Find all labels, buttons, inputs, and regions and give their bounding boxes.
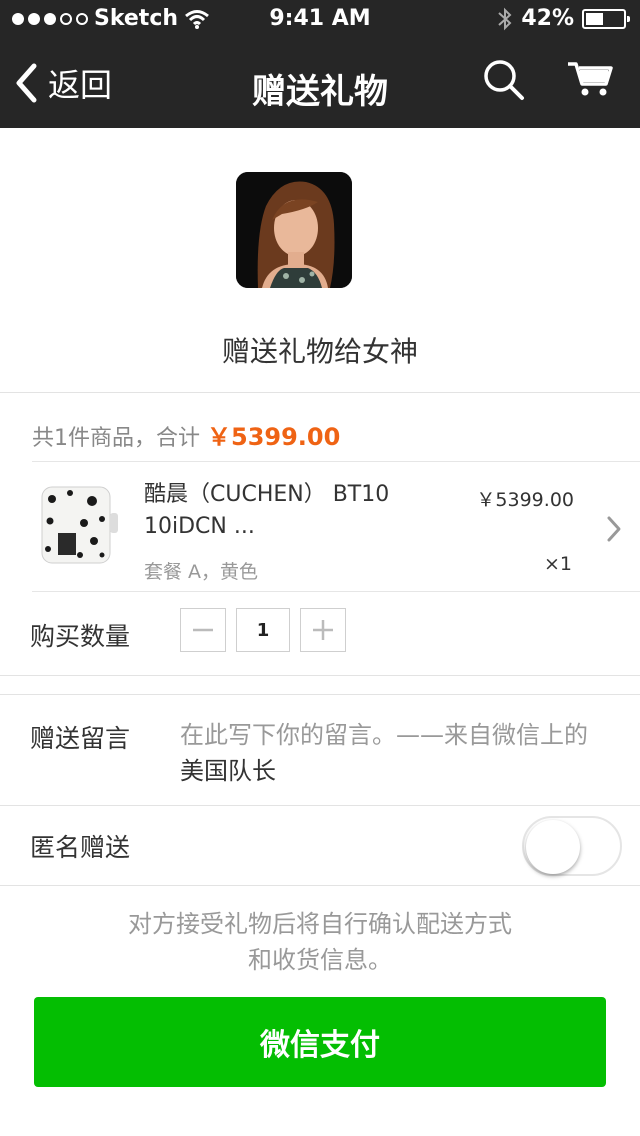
decrement-button[interactable] xyxy=(180,608,226,652)
product-price: ￥5399.00 xyxy=(476,489,574,511)
battery-fill xyxy=(586,12,603,25)
product-spec: 套餐 A，黄色 xyxy=(144,561,259,583)
status-right: 42% xyxy=(497,6,630,31)
header: Sketch 9:41 AM 42% 返回 赠送礼物 xyxy=(0,0,640,128)
message-row: 赠送留言 在此写下你的留言。——来自微信上的 美国队长 xyxy=(0,694,640,806)
order-card: 共1件商品，合计 ￥5399.00 酷晨（CUCHEN） BT10 10iDCN… xyxy=(0,392,640,676)
message-input[interactable]: 在此写下你的留言。——来自微信上的 美国队长 xyxy=(180,717,610,789)
divider xyxy=(32,461,640,462)
increment-button[interactable] xyxy=(300,608,346,652)
note-line-2: 和收货信息。 xyxy=(248,946,392,974)
minus-icon xyxy=(193,628,213,632)
anonymous-toggle[interactable] xyxy=(522,816,622,876)
status-bar: Sketch 9:41 AM 42% xyxy=(0,0,640,40)
quantity-input[interactable]: 1 xyxy=(236,608,290,652)
nav-actions xyxy=(482,58,614,102)
divider xyxy=(32,591,640,592)
chevron-right-icon[interactable] xyxy=(606,515,622,543)
order-total: ￥5399.00 xyxy=(207,423,341,451)
message-placeholder: 在此写下你的留言。——来自微信上的 xyxy=(180,721,588,749)
bluetooth-icon xyxy=(498,7,512,30)
product-name: 酷晨（CUCHEN） BT10 10iDCN ... xyxy=(144,482,390,539)
profile-caption: 赠送礼物给女神 xyxy=(221,335,418,368)
toggle-knob xyxy=(526,820,580,874)
battery-icon xyxy=(582,8,630,29)
cart-icon[interactable] xyxy=(566,58,614,98)
message-signature: 美国队长 xyxy=(180,757,276,785)
nav-bar: 返回 赠送礼物 xyxy=(0,40,640,128)
avatar xyxy=(236,172,352,288)
anonymous-label: 匿名赠送 xyxy=(30,833,131,862)
product-image[interactable] xyxy=(36,479,122,569)
message-label: 赠送留言 xyxy=(30,724,131,753)
quantity-stepper: 1 xyxy=(180,608,346,652)
quantity-label: 购买数量 xyxy=(30,622,131,651)
delivery-note: 对方接受礼物后将自行确认配送方式 和收货信息。 xyxy=(0,906,640,978)
summary-prefix: 共1件商品，合计 xyxy=(32,426,200,451)
battery-percent: 42% xyxy=(521,6,574,31)
search-icon[interactable] xyxy=(482,58,526,102)
note-line-1: 对方接受礼物后将自行确认配送方式 xyxy=(128,910,512,938)
plus-icon xyxy=(313,620,333,640)
wechat-pay-button[interactable]: 微信支付 xyxy=(34,997,606,1087)
anonymous-row: 匿名赠送 xyxy=(0,806,640,886)
product-quantity: ×1 xyxy=(543,553,572,575)
order-summary: 共1件商品，合计 ￥5399.00 xyxy=(32,417,340,452)
